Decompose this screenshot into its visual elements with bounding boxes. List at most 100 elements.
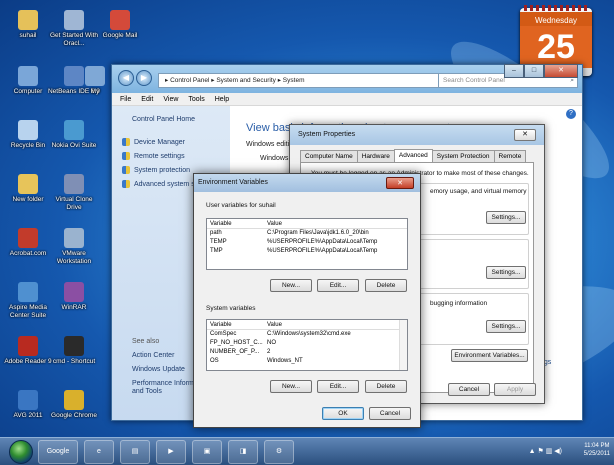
app-icon[interactable]: ◨	[228, 440, 258, 464]
close-button[interactable]: ✕	[386, 177, 414, 189]
search-placeholder: Search Control Panel	[443, 77, 505, 84]
clock-time: 11:04 PM	[584, 443, 610, 449]
desktop-icon-label: New folder	[12, 196, 44, 203]
close-button[interactable]: ✕	[514, 129, 536, 141]
address-breadcrumb: ▸ Control Panel ▸ System and Security ▸ …	[165, 77, 305, 84]
shield-icon	[122, 152, 130, 160]
menu-bar: File Edit View Tools Help	[112, 93, 582, 106]
system-delete-button[interactable]: Delete	[365, 380, 407, 393]
desktop-icon-my[interactable]: My	[80, 66, 110, 96]
desktop-icon-nokia-ovi[interactable]: Nokia Ovi Suite	[47, 120, 101, 150]
desktop-icon-google-chrome[interactable]: Google Chrome	[47, 390, 101, 420]
gmail-icon	[110, 10, 130, 30]
recycle-bin-icon	[18, 120, 38, 140]
column-variable[interactable]: Variable	[207, 320, 264, 329]
system-protection-link[interactable]: System protection	[122, 166, 190, 174]
performance-text: emory usage, and virtual memory	[430, 188, 527, 195]
table-row[interactable]: FP_NO_HOST_C... NO	[207, 339, 407, 348]
user-variables-table[interactable]: Variable Value path C:\Program Files\Java…	[206, 218, 408, 270]
clock[interactable]: 11:04 PM 5/25/2011	[584, 442, 610, 458]
tray-icons[interactable]: ▲ ⚑ ▥ ◀)	[529, 447, 562, 455]
computer-icon	[18, 66, 38, 86]
environment-variables-button[interactable]: Environment Variables...	[451, 349, 528, 362]
user-edit-button[interactable]: Edit...	[317, 279, 359, 292]
desktop-icon-winrar[interactable]: WinRAR	[47, 282, 101, 312]
cancel-button[interactable]: Cancel	[369, 407, 411, 420]
avg-icon	[18, 390, 38, 410]
table-row[interactable]: path C:\Program Files\Java\jdk1.6.0_20\bi…	[207, 229, 407, 238]
control-panel-home-link[interactable]: Control Panel Home	[132, 116, 195, 123]
table-row[interactable]: OS Windows_NT	[207, 357, 407, 366]
winrar-icon	[64, 282, 84, 302]
forward-button[interactable]: ▶	[136, 70, 152, 86]
close-button[interactable]: ✕	[544, 64, 578, 78]
taskbar-google[interactable]: Google	[38, 440, 78, 464]
device-manager-link[interactable]: Device Manager	[122, 138, 185, 146]
desktop-icon-label: cmd - Shortcut	[52, 358, 96, 365]
menu-file[interactable]: File	[120, 93, 131, 105]
see-also-heading: See also	[132, 338, 160, 345]
startup-settings-button[interactable]: Settings...	[486, 320, 526, 333]
address-bar[interactable]: ▸ Control Panel ▸ System and Security ▸ …	[158, 73, 443, 88]
shield-icon	[122, 166, 130, 174]
system-edit-button[interactable]: Edit...	[317, 380, 359, 393]
column-variable[interactable]: Variable	[207, 219, 264, 228]
action-center-link[interactable]: Action Center	[132, 352, 174, 360]
explorer-folder-icon[interactable]: ▤	[120, 440, 150, 464]
vmware-icon	[64, 228, 84, 248]
minimize-button[interactable]: –	[504, 64, 524, 78]
table-row[interactable]: TMP %USERPROFILE%\AppData\Local\Temp	[207, 247, 407, 256]
apply-button[interactable]: Apply	[494, 383, 536, 396]
cancel-button[interactable]: Cancel	[448, 383, 490, 396]
menu-view[interactable]: View	[163, 93, 178, 105]
environment-variables-dialog: Environment Variables ✕ User variables f…	[193, 173, 421, 428]
desktop-icon-vmware[interactable]: VMware Workstation	[47, 228, 101, 265]
virtual-drive-icon	[64, 174, 84, 194]
window-controls: – □ ✕	[504, 64, 578, 78]
user-new-button[interactable]: New...	[270, 279, 312, 292]
desktop-icon-google-mail[interactable]: Google Mail	[93, 10, 147, 40]
nokia-ovi-icon	[64, 120, 84, 140]
computer-icon[interactable]: ▣	[192, 440, 222, 464]
environment-variables-titlebar: Environment Variables ✕	[194, 174, 420, 192]
system-properties-titlebar: System Properties ✕	[290, 125, 544, 145]
desktop-icon-label: Virtual Clone Drive	[55, 196, 93, 211]
windows-update-link[interactable]: Windows Update	[132, 366, 185, 374]
google-label: Google	[46, 448, 70, 455]
start-button[interactable]	[9, 440, 33, 464]
scrollbar[interactable]	[399, 320, 407, 370]
table-row[interactable]: TEMP %USERPROFILE%\AppData\Local\Temp	[207, 238, 407, 247]
remote-settings-link[interactable]: Remote settings	[122, 152, 185, 160]
menu-edit[interactable]: Edit	[141, 93, 153, 105]
system-new-button[interactable]: New...	[270, 380, 312, 393]
cmd-icon	[64, 336, 84, 356]
desktop-icon-label: Acrobat.com	[9, 250, 47, 257]
acrobat-icon	[18, 228, 38, 248]
ie-icon[interactable]: e	[84, 440, 114, 464]
performance-settings-button[interactable]: Settings...	[486, 211, 526, 224]
desktop-icon-label: AVG 2011	[13, 412, 43, 419]
dialog-title: System Properties	[298, 131, 356, 138]
back-button[interactable]: ◀	[118, 70, 134, 86]
column-value[interactable]: Value	[264, 320, 407, 329]
help-icon[interactable]: ?	[566, 109, 576, 119]
user-profiles-settings-button[interactable]: Settings...	[486, 266, 526, 279]
menu-help[interactable]: Help	[215, 93, 229, 105]
debugging-text: bugging information	[430, 300, 488, 307]
media-player-icon[interactable]: ▶	[156, 440, 186, 464]
desktop-icon-cmd-shortcut[interactable]: cmd - Shortcut	[47, 336, 101, 366]
shield-icon	[122, 138, 130, 146]
table-row[interactable]: ComSpec C:\Windows\system32\cmd.exe	[207, 330, 407, 339]
user-variables-label: User variables for suhail	[206, 202, 276, 209]
tab-advanced[interactable]: Advanced	[393, 149, 433, 162]
column-value[interactable]: Value	[264, 219, 407, 228]
desktop-icon-virtual-clone-drive[interactable]: Virtual Clone Drive	[47, 174, 101, 211]
user-delete-button[interactable]: Delete	[365, 279, 407, 292]
system-variables-table[interactable]: Variable Value ComSpec C:\Windows\system3…	[206, 319, 408, 371]
system-window-icon[interactable]: ⚙	[264, 440, 294, 464]
desktop-icon-label: Get Started With Oracl...	[49, 32, 99, 47]
maximize-button[interactable]: □	[524, 64, 544, 78]
table-row[interactable]: NUMBER_OF_P... 2	[207, 348, 407, 357]
ok-button[interactable]: OK	[322, 407, 364, 420]
menu-tools[interactable]: Tools	[188, 93, 204, 105]
